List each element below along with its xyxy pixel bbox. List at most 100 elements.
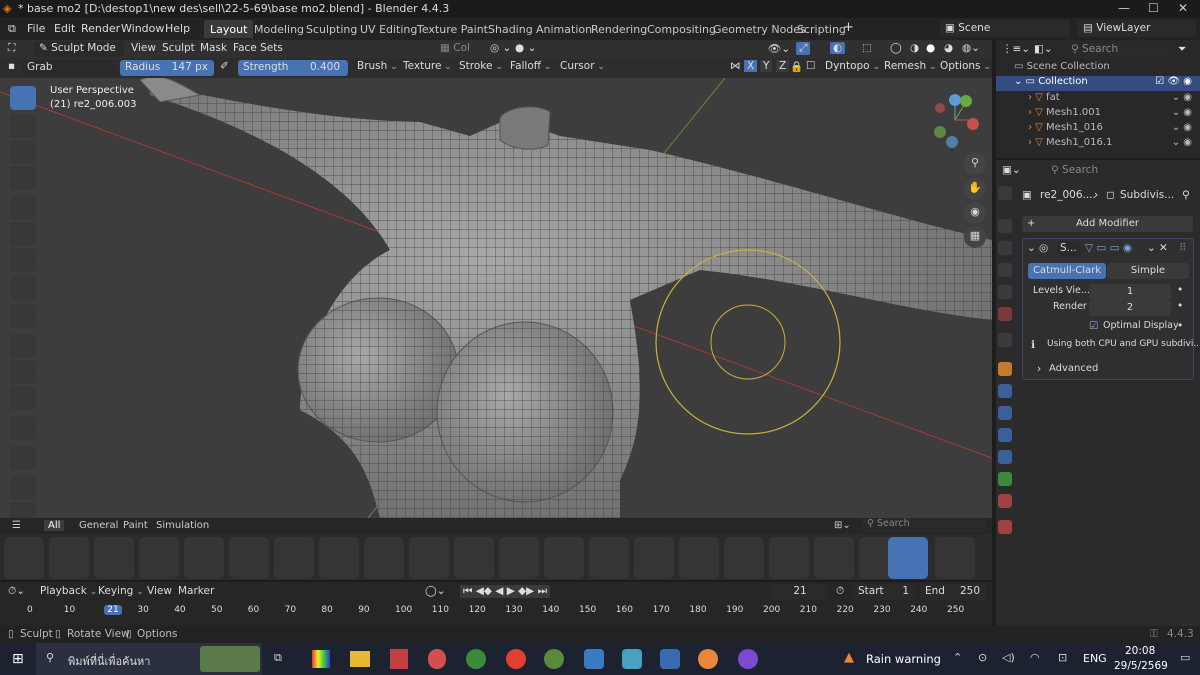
notification-icon[interactable]: ▭ <box>1180 651 1190 664</box>
menu-falloff[interactable]: Falloff <box>510 60 551 72</box>
brush-preset-12[interactable] <box>499 537 539 579</box>
clock-date[interactable]: 29/5/2569 <box>1114 660 1168 672</box>
end-frame-field[interactable]: End 250 <box>920 584 986 600</box>
tool-box-face-set-icon[interactable] <box>10 248 36 272</box>
menu-face-sets[interactable]: Face Sets <box>233 42 283 54</box>
brush-preset-19[interactable] <box>814 537 854 579</box>
shelf-menu-icon[interactable]: ☰ <box>12 520 21 531</box>
outliner-item-mesh1-016[interactable]: › ▽ Mesh1_016 ⌄ ◉ <box>996 122 1200 137</box>
menu-playback[interactable]: Playback <box>40 585 97 597</box>
tool-box-hide-icon[interactable] <box>10 222 36 246</box>
brush-preset-6[interactable] <box>229 537 269 579</box>
strength-field[interactable]: Strength 0.400 <box>238 60 348 76</box>
outliner-scene-collection[interactable]: ▭ Scene Collection <box>996 61 1200 76</box>
world-properties-icon[interactable] <box>998 307 1012 321</box>
tab-layout[interactable]: Layout <box>204 20 254 38</box>
shelf-tab-all[interactable]: All <box>44 520 65 531</box>
tray-icon-1[interactable]: ⊙ <box>978 651 987 664</box>
drag-handle-icon[interactable]: ⠿ <box>1179 242 1187 254</box>
texture-properties-icon[interactable] <box>998 520 1012 534</box>
file-explorer-icon[interactable] <box>350 651 370 667</box>
brush-preset-17[interactable] <box>724 537 764 579</box>
brush-preset-3[interactable] <box>94 537 134 579</box>
mode-selector[interactable]: ✎ Sculpt Mode <box>34 41 124 57</box>
tool-move-icon[interactable] <box>10 476 36 500</box>
xray-icon[interactable]: ⬚ <box>862 42 872 54</box>
modifier-wrench-icon[interactable] <box>998 384 1012 398</box>
advanced-section[interactable]: Advanced <box>1049 363 1098 374</box>
app-icon-4[interactable] <box>428 649 446 669</box>
windows-start-icon[interactable]: ⊞ <box>12 651 24 667</box>
outliner-item-mesh1-016-1[interactable]: › ▽ Mesh1_016.1 ⌄ ◉ <box>996 137 1200 152</box>
editor-type-icon[interactable]: ⛶ <box>8 42 15 55</box>
scene-selector[interactable]: ▣ Scene <box>940 20 1070 37</box>
tool-properties-icon[interactable] <box>998 186 1012 200</box>
viewlayer-selector[interactable]: ▤ ViewLayer <box>1078 20 1196 37</box>
material-shading-icon[interactable]: ● <box>926 42 935 54</box>
catmull-clark-button[interactable]: Catmull-Clark <box>1028 263 1106 279</box>
brush-preset-10[interactable] <box>409 537 449 579</box>
3d-viewport[interactable]: ⚲ ✋ ◉ ▦ <box>0 40 992 518</box>
pen-pressure-icon[interactable]: ✐ <box>220 60 229 72</box>
task-view-icon[interactable]: ⧉ <box>274 651 282 665</box>
outliner-item-fat[interactable]: › ▽ fat ⌄ ◉ <box>996 92 1200 107</box>
shading-options-icon[interactable]: ◍⌄ <box>962 42 980 54</box>
record-icon[interactable]: ◯⌄ <box>425 585 446 597</box>
keyframe-dot-icon[interactable]: • <box>1177 284 1183 296</box>
modifier-name-field[interactable]: S... <box>1057 241 1081 256</box>
advanced-expand-icon[interactable]: › <box>1037 363 1041 375</box>
menu-sculpt[interactable]: Sculpt <box>162 42 195 54</box>
menu-mask[interactable]: Mask <box>200 42 227 54</box>
brush-preset-9[interactable] <box>364 537 404 579</box>
tool-mesh-filter-icon[interactable] <box>10 334 36 358</box>
properties-editor-icon[interactable]: ▣⌄ <box>1002 164 1021 176</box>
col-selector[interactable]: ▦ Col <box>440 42 470 54</box>
brush-preset-1[interactable] <box>4 537 44 579</box>
outliner-display-icon[interactable]: ◧⌄ <box>1034 43 1053 55</box>
volume-icon[interactable]: ◁) <box>1002 651 1015 664</box>
optimal-display-checkbox[interactable]: ☑ <box>1089 320 1098 332</box>
filter-icon[interactable]: ⏷ <box>1178 43 1186 56</box>
start-frame-field[interactable]: Start 1 <box>853 584 915 600</box>
outliner-editor-icon[interactable]: ⋮≡⌄ <box>1002 43 1030 55</box>
menu-remesh[interactable]: Remesh <box>884 60 937 72</box>
outliner-item-mesh1-001[interactable]: › ▽ Mesh1.001 ⌄ ◉ <box>996 107 1200 122</box>
particles-icon[interactable] <box>998 406 1012 420</box>
clock-time[interactable]: 20:08 <box>1125 645 1155 657</box>
menu-dyntopo[interactable]: Dyntopo <box>825 60 880 72</box>
app-icon-9[interactable] <box>622 649 642 669</box>
pivot-icon[interactable]: ◎ ⌄ <box>490 42 511 54</box>
shelf-tab-paint[interactable]: Paint <box>123 520 148 531</box>
camera-view-icon[interactable]: ◉ <box>964 202 986 224</box>
tool-mask-icon[interactable] <box>10 140 36 164</box>
tool-color-filter-icon[interactable] <box>10 386 36 410</box>
outliner-search-input[interactable]: ⚲ Search <box>1066 42 1170 58</box>
physics-icon[interactable] <box>998 428 1012 442</box>
blender-taskbar-icon[interactable] <box>698 649 718 669</box>
brush-preset-grab-selected[interactable] <box>888 537 928 579</box>
tool-edit-face-set-icon[interactable] <box>10 416 36 440</box>
brush-preset-13[interactable] <box>544 537 584 579</box>
app-icon-6[interactable] <box>506 649 526 669</box>
menu-keying[interactable]: Keying <box>98 585 144 597</box>
menu-window[interactable]: Window <box>121 22 164 35</box>
modifier-toggle-icons[interactable]: ▽ ▭ ▭ ◉ <box>1085 242 1132 254</box>
shelf-tab-general[interactable]: General <box>79 520 118 531</box>
brush-preset-11[interactable] <box>454 537 494 579</box>
add-workspace-icon[interactable]: + <box>843 20 854 35</box>
taskbar-search[interactable]: ⚲ พิมพ์ที่นี่เพื่อค้นหา <box>36 643 262 675</box>
shelf-display-icon[interactable]: ⊞⌄ <box>834 520 851 531</box>
expand-icon[interactable]: ⌄ <box>1027 242 1036 254</box>
symmetry-lock-icon[interactable]: 🔒 <box>790 60 803 73</box>
minimize-icon[interactable]: — <box>1118 1 1130 15</box>
axis-z-toggle[interactable]: Z <box>776 60 790 72</box>
language-indicator[interactable]: ENG <box>1083 652 1107 665</box>
render-levels-field[interactable]: 2 <box>1089 300 1171 316</box>
view-layer-properties-icon[interactable] <box>998 263 1012 277</box>
levels-viewport-field[interactable]: 1 <box>1089 284 1171 300</box>
menu-options[interactable]: Options <box>940 60 991 72</box>
axis-y-toggle[interactable]: Y <box>760 60 773 72</box>
data-properties-icon[interactable] <box>998 472 1012 486</box>
object-properties-icon[interactable] <box>998 362 1012 376</box>
app-icon-7[interactable] <box>544 649 564 669</box>
